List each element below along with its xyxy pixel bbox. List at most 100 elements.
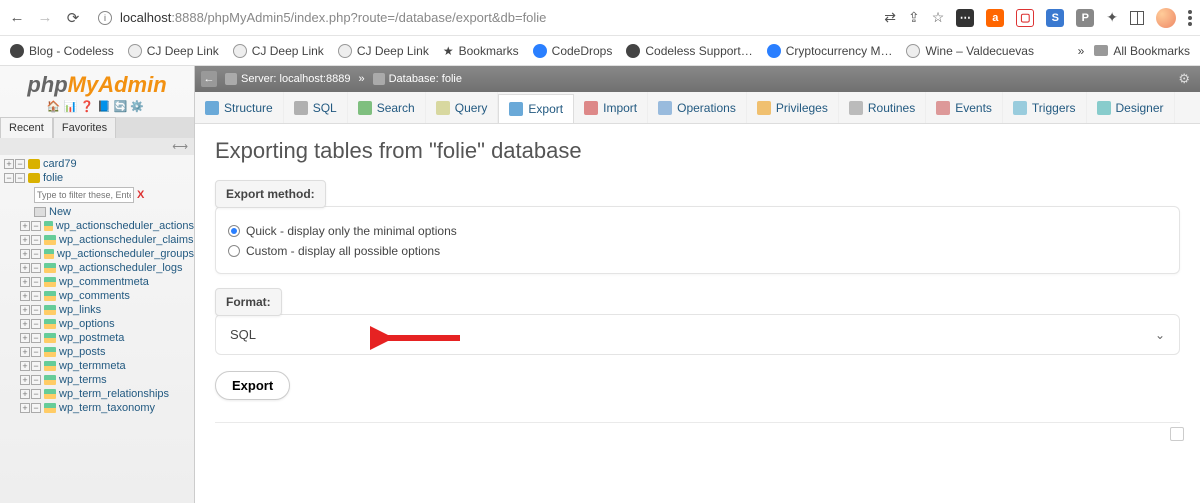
extension-icon[interactable]: a [986, 9, 1004, 27]
tab-export[interactable]: Export [498, 94, 574, 123]
bookmark-item[interactable]: Cryptocurrency M… [767, 44, 893, 58]
back-button[interactable]: ← [8, 9, 26, 27]
bookmark-item[interactable]: CodeDrops [533, 44, 613, 58]
tab-routines[interactable]: Routines [839, 92, 926, 123]
breadcrumb-database[interactable]: Database: folie [373, 73, 462, 85]
tree-table[interactable]: +−wp_comments [4, 289, 194, 303]
tab-icon [849, 101, 863, 115]
collapse-handle[interactable]: ⟷ [0, 138, 194, 155]
tree-table[interactable]: +−wp_termmeta [4, 359, 194, 373]
extension-icon[interactable]: ▢ [1016, 9, 1034, 27]
phpmyadmin-logo[interactable]: phpMyAdmin [0, 66, 194, 100]
tab-privileges[interactable]: Privileges [747, 92, 839, 123]
table-icon [44, 319, 56, 329]
extension-icon[interactable]: ⋯ [956, 9, 974, 27]
bookmark-item[interactable]: ★Bookmarks [443, 44, 519, 58]
tree-table[interactable]: +−wp_terms [4, 373, 194, 387]
tab-operations[interactable]: Operations [648, 92, 747, 123]
breadcrumb-back-icon[interactable]: ← [201, 71, 217, 87]
tree-table[interactable]: +−wp_actionscheduler_actions [4, 219, 194, 233]
all-bookmarks[interactable]: All Bookmarks [1094, 44, 1190, 58]
address-bar[interactable]: i localhost:8888/phpMyAdmin5/index.php?r… [98, 10, 546, 25]
main-area: ← Server: localhost:8889 » Database: fol… [195, 66, 1200, 503]
resize-handle-icon[interactable] [1170, 427, 1184, 441]
filter-clear-icon[interactable]: X [137, 189, 144, 201]
tree-db-folie[interactable]: −−folie [4, 171, 194, 185]
tab-icon [294, 101, 308, 115]
sidebar-tab-favorites[interactable]: Favorites [53, 117, 116, 138]
tree-table[interactable]: +−wp_term_taxonomy [4, 401, 194, 415]
format-value: SQL [230, 327, 256, 342]
tab-icon [1097, 101, 1111, 115]
reload-button[interactable]: ⟳ [64, 9, 82, 27]
export-method-panel: Quick - display only the minimal options… [215, 206, 1180, 274]
extension-icon[interactable]: S [1046, 9, 1064, 27]
tree-table[interactable]: +−wp_posts [4, 345, 194, 359]
tree-table[interactable]: +−wp_links [4, 303, 194, 317]
main-tabs: StructureSQLSearchQueryExportImportOpera… [195, 92, 1200, 124]
bookmark-item[interactable]: CJ Deep Link [233, 44, 324, 58]
bookmark-item[interactable]: CJ Deep Link [128, 44, 219, 58]
radio-custom[interactable]: Custom - display all possible options [228, 241, 1167, 261]
tab-icon [1013, 101, 1027, 115]
bookmark-item[interactable]: CJ Deep Link [338, 44, 429, 58]
annotation-arrow [370, 323, 460, 353]
tab-triggers[interactable]: Triggers [1003, 92, 1087, 123]
bookmark-item[interactable]: Codeless Support… [626, 44, 752, 58]
tree-db-card79[interactable]: +−card79 [4, 157, 194, 171]
tree-table[interactable]: +−wp_actionscheduler_claims [4, 233, 194, 247]
table-icon [44, 249, 54, 259]
tree-table[interactable]: +−wp_actionscheduler_logs [4, 261, 194, 275]
database-icon [373, 73, 385, 85]
bookmark-item[interactable]: Blog - Codeless [10, 44, 114, 58]
tab-structure[interactable]: Structure [195, 92, 284, 123]
extension-icon[interactable]: P [1076, 9, 1094, 27]
sidebar-tab-recent[interactable]: Recent [0, 117, 53, 138]
tree-table[interactable]: +−wp_commentmeta [4, 275, 194, 289]
tab-icon [584, 101, 598, 115]
table-icon [44, 389, 56, 399]
page-title: Exporting tables from "folie" database [215, 138, 1180, 164]
bookmarks-bar: Blog - Codeless CJ Deep Link CJ Deep Lin… [0, 36, 1200, 66]
share-icon[interactable]: ⇪ [908, 9, 920, 26]
tree-table[interactable]: +−wp_postmeta [4, 331, 194, 345]
sidebar: phpMyAdmin 🏠📊❓📘🔄⚙️ Recent Favorites ⟷ +−… [0, 66, 195, 503]
panel-icon[interactable] [1130, 11, 1144, 25]
table-icon [44, 305, 56, 315]
gear-icon[interactable]: ⚙ [1178, 71, 1190, 87]
breadcrumb-server[interactable]: Server: localhost:8889 [225, 73, 350, 85]
new-icon [34, 207, 46, 217]
sidebar-quick-icons[interactable]: 🏠📊❓📘🔄⚙️ [0, 100, 194, 117]
tab-search[interactable]: Search [348, 92, 426, 123]
export-button[interactable]: Export [215, 371, 290, 400]
filter-input[interactable] [34, 187, 134, 203]
tree-table[interactable]: +−wp_actionscheduler_groups [4, 247, 194, 261]
translate-icon[interactable]: ⇄ [884, 9, 896, 26]
tab-events[interactable]: Events [926, 92, 1003, 123]
tab-query[interactable]: Query [426, 92, 499, 123]
radio-quick[interactable]: Quick - display only the minimal options [228, 221, 1167, 241]
tree-table[interactable]: +−wp_options [4, 317, 194, 331]
star-icon[interactable]: ☆ [932, 9, 945, 26]
kebab-menu-icon[interactable] [1188, 16, 1192, 20]
tab-import[interactable]: Import [574, 92, 648, 123]
forward-button[interactable]: → [36, 9, 54, 27]
radio-label: Quick - display only the minimal options [246, 224, 457, 238]
table-icon [44, 403, 56, 413]
server-icon [225, 73, 237, 85]
tree-table[interactable]: +−wp_term_relationships [4, 387, 194, 401]
tab-sql[interactable]: SQL [284, 92, 348, 123]
format-select[interactable]: SQL ⌄ [215, 314, 1180, 355]
breadcrumb: ← Server: localhost:8889 » Database: fol… [195, 66, 1200, 92]
tab-designer[interactable]: Designer [1087, 92, 1175, 123]
tree-new[interactable]: New [4, 205, 194, 219]
folder-icon [1094, 45, 1108, 56]
table-filter: X [4, 185, 194, 205]
site-info-icon[interactable]: i [98, 11, 112, 25]
bookmark-item[interactable]: Wine – Valdecuevas [906, 44, 1034, 58]
table-icon [44, 221, 53, 231]
table-icon [44, 333, 56, 343]
profile-avatar[interactable] [1156, 8, 1176, 28]
extensions-puzzle-icon[interactable]: ✦ [1106, 9, 1118, 26]
bookmarks-overflow[interactable]: » [1078, 44, 1085, 58]
